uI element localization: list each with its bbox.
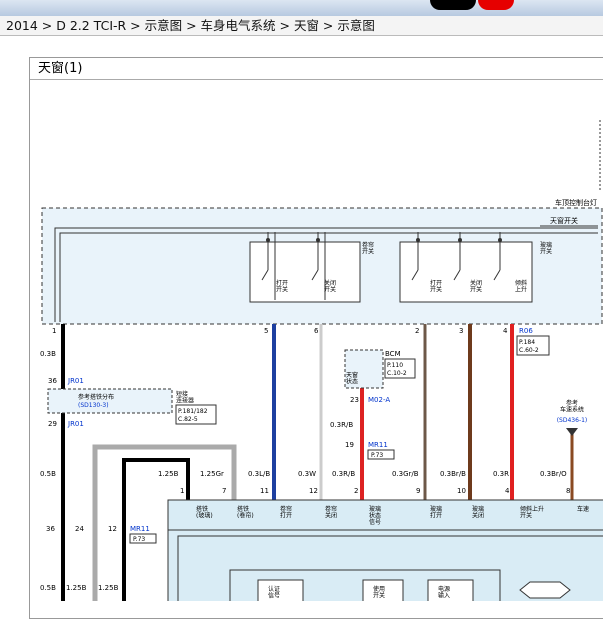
bcm-label: BCM <box>385 350 401 358</box>
svg-text:短接连接器: 短接连接器 <box>176 390 194 405</box>
svg-text:P.184: P.184 <box>519 339 535 346</box>
svg-text:0.3L/B: 0.3L/B <box>248 470 270 478</box>
svg-text:电源输入: 电源输入 <box>438 585 450 600</box>
svg-text:19: 19 <box>345 441 354 449</box>
pin-2: 2 <box>415 327 419 335</box>
svg-text:1: 1 <box>180 487 184 495</box>
pin-1: 1 <box>52 327 56 335</box>
svg-text:0.3R/B: 0.3R/B <box>330 421 353 429</box>
svg-text:C.10-2: C.10-2 <box>387 370 407 377</box>
svg-text:0.5B: 0.5B <box>40 470 56 478</box>
svg-text:0.3Br/O: 0.3Br/O <box>540 470 567 478</box>
svg-text:玻璃关闭: 玻璃关闭 <box>472 505 484 520</box>
svg-text:使用开关: 使用开关 <box>373 585 385 600</box>
open-switch-label: 打开开关 <box>276 279 288 294</box>
svg-text:1.25Gr: 1.25Gr <box>200 470 224 478</box>
svg-text:卷帘关闭: 卷帘关闭 <box>325 505 337 520</box>
svg-text:0.3B: 0.3B <box>40 350 56 358</box>
svg-text:车速: 车速 <box>577 505 589 513</box>
svg-text:0.3R/B: 0.3R/B <box>332 470 355 478</box>
svg-text:8: 8 <box>566 487 570 495</box>
svg-text:12: 12 <box>309 487 318 495</box>
pin-3: 3 <box>459 327 463 335</box>
svg-text:参考搭铁分布: 参考搭铁分布 <box>78 393 114 401</box>
svg-text:1.25B: 1.25B <box>158 470 179 478</box>
sunshade-switch-label: 卷帘开关 <box>362 241 374 256</box>
ground-distribution-box <box>47 388 173 414</box>
svg-text:C.60-2: C.60-2 <box>519 347 539 354</box>
svg-text:36: 36 <box>46 525 55 533</box>
close-switch-2-label: 关闭开关 <box>470 279 482 294</box>
glass-switch-label: 玻璃开关 <box>540 241 552 256</box>
svg-text:11: 11 <box>260 487 269 495</box>
pin-5: 5 <box>264 327 268 335</box>
svg-text:0.3Gr/B: 0.3Gr/B <box>392 470 419 478</box>
sunroof-switch-label: 天窗开关 <box>550 216 578 225</box>
wiring-diagram: 车顶控制台灯 天窗开关 卷帘开关 打开开关 关闭开关 玻璃开关 打开开关 关闭开… <box>40 120 603 601</box>
svg-text:2: 2 <box>354 487 358 495</box>
svg-text:10: 10 <box>457 487 466 495</box>
jr01-top-label: JR01 <box>67 377 84 385</box>
svg-text:MR11: MR11 <box>368 441 388 449</box>
r06-label: R06 <box>519 327 533 335</box>
tilt-switch-label: 倾斜上升 <box>515 279 527 294</box>
pin-6: 6 <box>314 327 319 335</box>
svg-text:7: 7 <box>222 487 226 495</box>
svg-text:参考车速系统: 参考车速系统 <box>560 399 584 414</box>
svg-text:36: 36 <box>48 377 57 385</box>
svg-text:0.3R: 0.3R <box>493 470 509 478</box>
svg-text:P.181/182: P.181/182 <box>178 408 208 415</box>
svg-text:24: 24 <box>75 525 84 533</box>
svg-text:0.3W: 0.3W <box>298 470 316 478</box>
svg-text:0.3Br/B: 0.3Br/B <box>440 470 466 478</box>
svg-text:1.25B: 1.25B <box>66 584 87 592</box>
roof-console-label: 车顶控制台灯 <box>555 198 597 207</box>
open-switch-2-label: 打开开关 <box>430 279 442 294</box>
svg-text:(SD436-1): (SD436-1) <box>557 417 588 424</box>
svg-text:M02-A: M02-A <box>368 396 390 404</box>
svg-text:玻璃打开: 玻璃打开 <box>430 505 442 520</box>
svg-text:卷帘打开: 卷帘打开 <box>280 505 292 520</box>
svg-text:认证信号: 认证信号 <box>268 585 280 600</box>
svg-text:天窗状态: 天窗状态 <box>346 371 358 386</box>
svg-text:1.25B: 1.25B <box>98 584 119 592</box>
svg-text:P.110: P.110 <box>387 362 403 369</box>
svg-text:P.73: P.73 <box>371 452 383 459</box>
pin-4: 4 <box>503 327 508 335</box>
glass-switch-box <box>399 241 533 303</box>
svg-text:(SD130-3): (SD130-3) <box>78 402 109 409</box>
svg-text:0.5B: 0.5B <box>40 584 56 592</box>
svg-text:12: 12 <box>108 525 117 533</box>
jr01-bottom-label: JR01 <box>67 420 84 428</box>
svg-text:P.73: P.73 <box>133 536 145 543</box>
close-switch-label: 关闭开关 <box>324 279 336 294</box>
svg-text:9: 9 <box>416 487 420 495</box>
svg-text:玻璃状态信号: 玻璃状态信号 <box>369 505 381 526</box>
svg-text:23: 23 <box>350 396 359 404</box>
svg-text:29: 29 <box>48 420 57 428</box>
svg-text:C.82-5: C.82-5 <box>178 416 198 423</box>
svg-text:MR11: MR11 <box>130 525 150 533</box>
svg-text:4: 4 <box>505 487 510 495</box>
